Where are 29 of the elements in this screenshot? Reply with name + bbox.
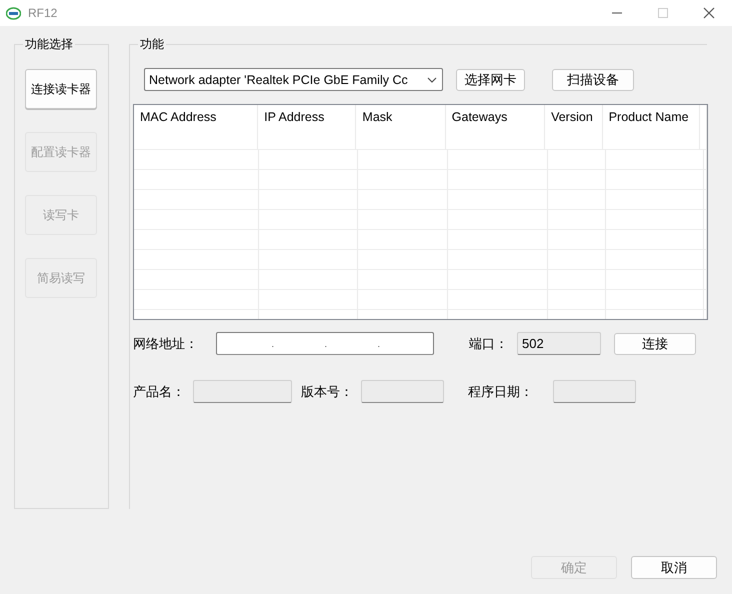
column-header[interactable]: Product Name: [602, 105, 700, 149]
app-logo-icon: [6, 6, 21, 20]
column-header[interactable]: IP Address: [258, 105, 356, 149]
close-icon[interactable]: [703, 7, 715, 19]
nav-button[interactable]: 连接读卡器: [25, 69, 97, 109]
product-label: 产品名：: [133, 382, 186, 400]
date-label: 程序日期：: [468, 382, 534, 400]
port-label: 端口：: [469, 334, 509, 352]
ip-address-field[interactable]: . . .: [216, 332, 434, 355]
product-field[interactable]: [193, 380, 292, 403]
version-label: 版本号：: [301, 382, 354, 400]
port-field[interactable]: 502: [517, 332, 601, 355]
column-header[interactable]: MAC Address: [134, 105, 258, 149]
group-title: 功能: [138, 36, 166, 52]
column-header[interactable]: Version: [545, 105, 603, 149]
version-field[interactable]: [361, 380, 444, 403]
dialog-button[interactable]: 取消: [631, 556, 717, 579]
column-header[interactable]: Gateways: [446, 105, 546, 149]
date-field[interactable]: [553, 380, 636, 403]
connect-button[interactable]: 连接: [614, 332, 696, 354]
select-adapter-button[interactable]: 选择网卡: [456, 68, 525, 90]
column-header[interactable]: Mask: [356, 105, 446, 149]
chevron-down-icon: [427, 76, 437, 82]
window-title: RF12: [28, 6, 58, 20]
address-label: 网络地址：: [133, 334, 199, 352]
adapter-dropdown[interactable]: Network adapter 'Realtek PCIe GbE Family Cc: [144, 68, 443, 91]
scan-button[interactable]: 扫描设备: [552, 68, 634, 90]
maximize-icon[interactable]: [658, 8, 668, 18]
group-title: 功能选择: [23, 36, 75, 52]
